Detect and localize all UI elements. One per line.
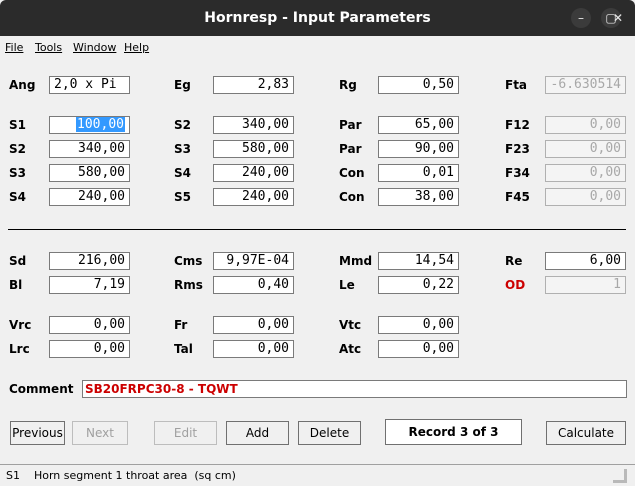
section-divider: [8, 229, 626, 230]
vtc-field[interactable]: 0,00: [378, 316, 459, 334]
comment-field[interactable]: SB20FRPC30-8 - TQWT: [82, 380, 627, 398]
sd-field[interactable]: 216,00: [49, 252, 130, 270]
vrc-field[interactable]: 0,00: [49, 316, 130, 334]
edit-button[interactable]: Edit: [154, 421, 217, 445]
label-s3b: S3: [174, 142, 191, 156]
label-s2b: S2: [174, 118, 191, 132]
label-od: OD: [505, 278, 526, 292]
add-button[interactable]: Add: [226, 421, 289, 445]
menu-tools[interactable]: Tools: [35, 41, 62, 54]
fr-field[interactable]: 0,00: [213, 316, 294, 334]
eg-field[interactable]: 2,83: [213, 76, 294, 94]
label-f12: F12: [505, 118, 530, 132]
label-par1: Par: [339, 118, 362, 132]
label-f23: F23: [505, 142, 530, 156]
menu-window[interactable]: Window: [73, 41, 116, 54]
label-tal: Tal: [174, 342, 193, 356]
record-indicator: Record 3 of 3: [385, 419, 522, 445]
tal-field[interactable]: 0,00: [213, 340, 294, 358]
s4-field[interactable]: 240,00: [49, 188, 130, 206]
re-field[interactable]: 6,00: [545, 252, 626, 270]
resize-grip-icon[interactable]: [613, 469, 627, 483]
label-lrc: Lrc: [9, 342, 30, 356]
f12-field: 0,00: [545, 116, 626, 134]
previous-button[interactable]: Previous: [10, 421, 65, 445]
s3-field[interactable]: 580,00: [49, 164, 130, 182]
label-sd: Sd: [9, 254, 27, 268]
s1-value-selected: 100,00: [76, 117, 125, 132]
label-le: Le: [339, 278, 355, 292]
label-f34: F34: [505, 166, 530, 180]
rms-field[interactable]: 0,40: [213, 276, 294, 294]
label-fr: Fr: [174, 318, 188, 332]
calculate-button[interactable]: Calculate: [546, 421, 626, 445]
lrc-field[interactable]: 0,00: [49, 340, 130, 358]
minimize-button[interactable]: –: [571, 8, 591, 28]
label-par2: Par: [339, 142, 362, 156]
label-ang: Ang: [9, 78, 36, 92]
s3b-field[interactable]: 580,00: [213, 140, 294, 158]
s2-field[interactable]: 340,00: [49, 140, 130, 158]
le-field[interactable]: 0,22: [378, 276, 459, 294]
f45-field: 0,00: [545, 188, 626, 206]
s1-field[interactable]: 100,00: [49, 116, 130, 134]
label-rg: Rg: [339, 78, 357, 92]
label-comment: Comment: [9, 382, 74, 396]
window-title: Hornresp - Input Parameters: [204, 10, 431, 26]
label-s2: S2: [9, 142, 26, 156]
bl-field[interactable]: 7,19: [49, 276, 130, 294]
rg-field[interactable]: 0,50: [378, 76, 459, 94]
s5-field[interactable]: 240,00: [213, 188, 294, 206]
title-bar: Hornresp - Input Parameters – ▢: [0, 0, 635, 36]
od-field: 1: [545, 276, 626, 294]
label-s1: S1: [9, 118, 26, 132]
fta-field: -6.630514: [545, 76, 626, 94]
mmd-field[interactable]: 14,54: [378, 252, 459, 270]
label-con2: Con: [339, 190, 365, 204]
label-atc: Atc: [339, 342, 362, 356]
label-re: Re: [505, 254, 523, 268]
label-rms: Rms: [174, 278, 203, 292]
label-vrc: Vrc: [9, 318, 32, 332]
next-button[interactable]: Next: [72, 421, 128, 445]
con2-field[interactable]: 38,00: [378, 188, 459, 206]
menu-bar: File Tools Window Help: [0, 36, 635, 58]
label-fta: Fta: [505, 78, 528, 92]
f34-field: 0,00: [545, 164, 626, 182]
label-s3: S3: [9, 166, 26, 180]
label-s5: S5: [174, 190, 191, 204]
ang-field[interactable]: 2,0 x Pi: [49, 76, 130, 94]
status-bar: S1 Horn segment 1 throat area (sq cm): [0, 464, 635, 486]
label-con1: Con: [339, 166, 365, 180]
label-s4b: S4: [174, 166, 191, 180]
par2-field[interactable]: 90,00: [378, 140, 459, 158]
label-eg: Eg: [174, 78, 191, 92]
cms-field[interactable]: 9,97E-04: [213, 252, 294, 270]
con1-field[interactable]: 0,01: [378, 164, 459, 182]
par1-field[interactable]: 65,00: [378, 116, 459, 134]
label-bl: Bl: [9, 278, 23, 292]
delete-button[interactable]: Delete: [298, 421, 361, 445]
label-cms: Cms: [174, 254, 203, 268]
label-vtc: Vtc: [339, 318, 362, 332]
menu-help[interactable]: Help: [124, 41, 149, 54]
f23-field: 0,00: [545, 140, 626, 158]
s4b-field[interactable]: 240,00: [213, 164, 294, 182]
label-f45: F45: [505, 190, 530, 204]
atc-field[interactable]: 0,00: [378, 340, 459, 358]
close-button[interactable]: ✕: [608, 8, 628, 28]
label-mmd: Mmd: [339, 254, 373, 268]
status-text: S1 Horn segment 1 throat area (sq cm): [6, 469, 236, 482]
label-s4: S4: [9, 190, 26, 204]
menu-file[interactable]: File: [5, 41, 23, 54]
s2b-field[interactable]: 340,00: [213, 116, 294, 134]
